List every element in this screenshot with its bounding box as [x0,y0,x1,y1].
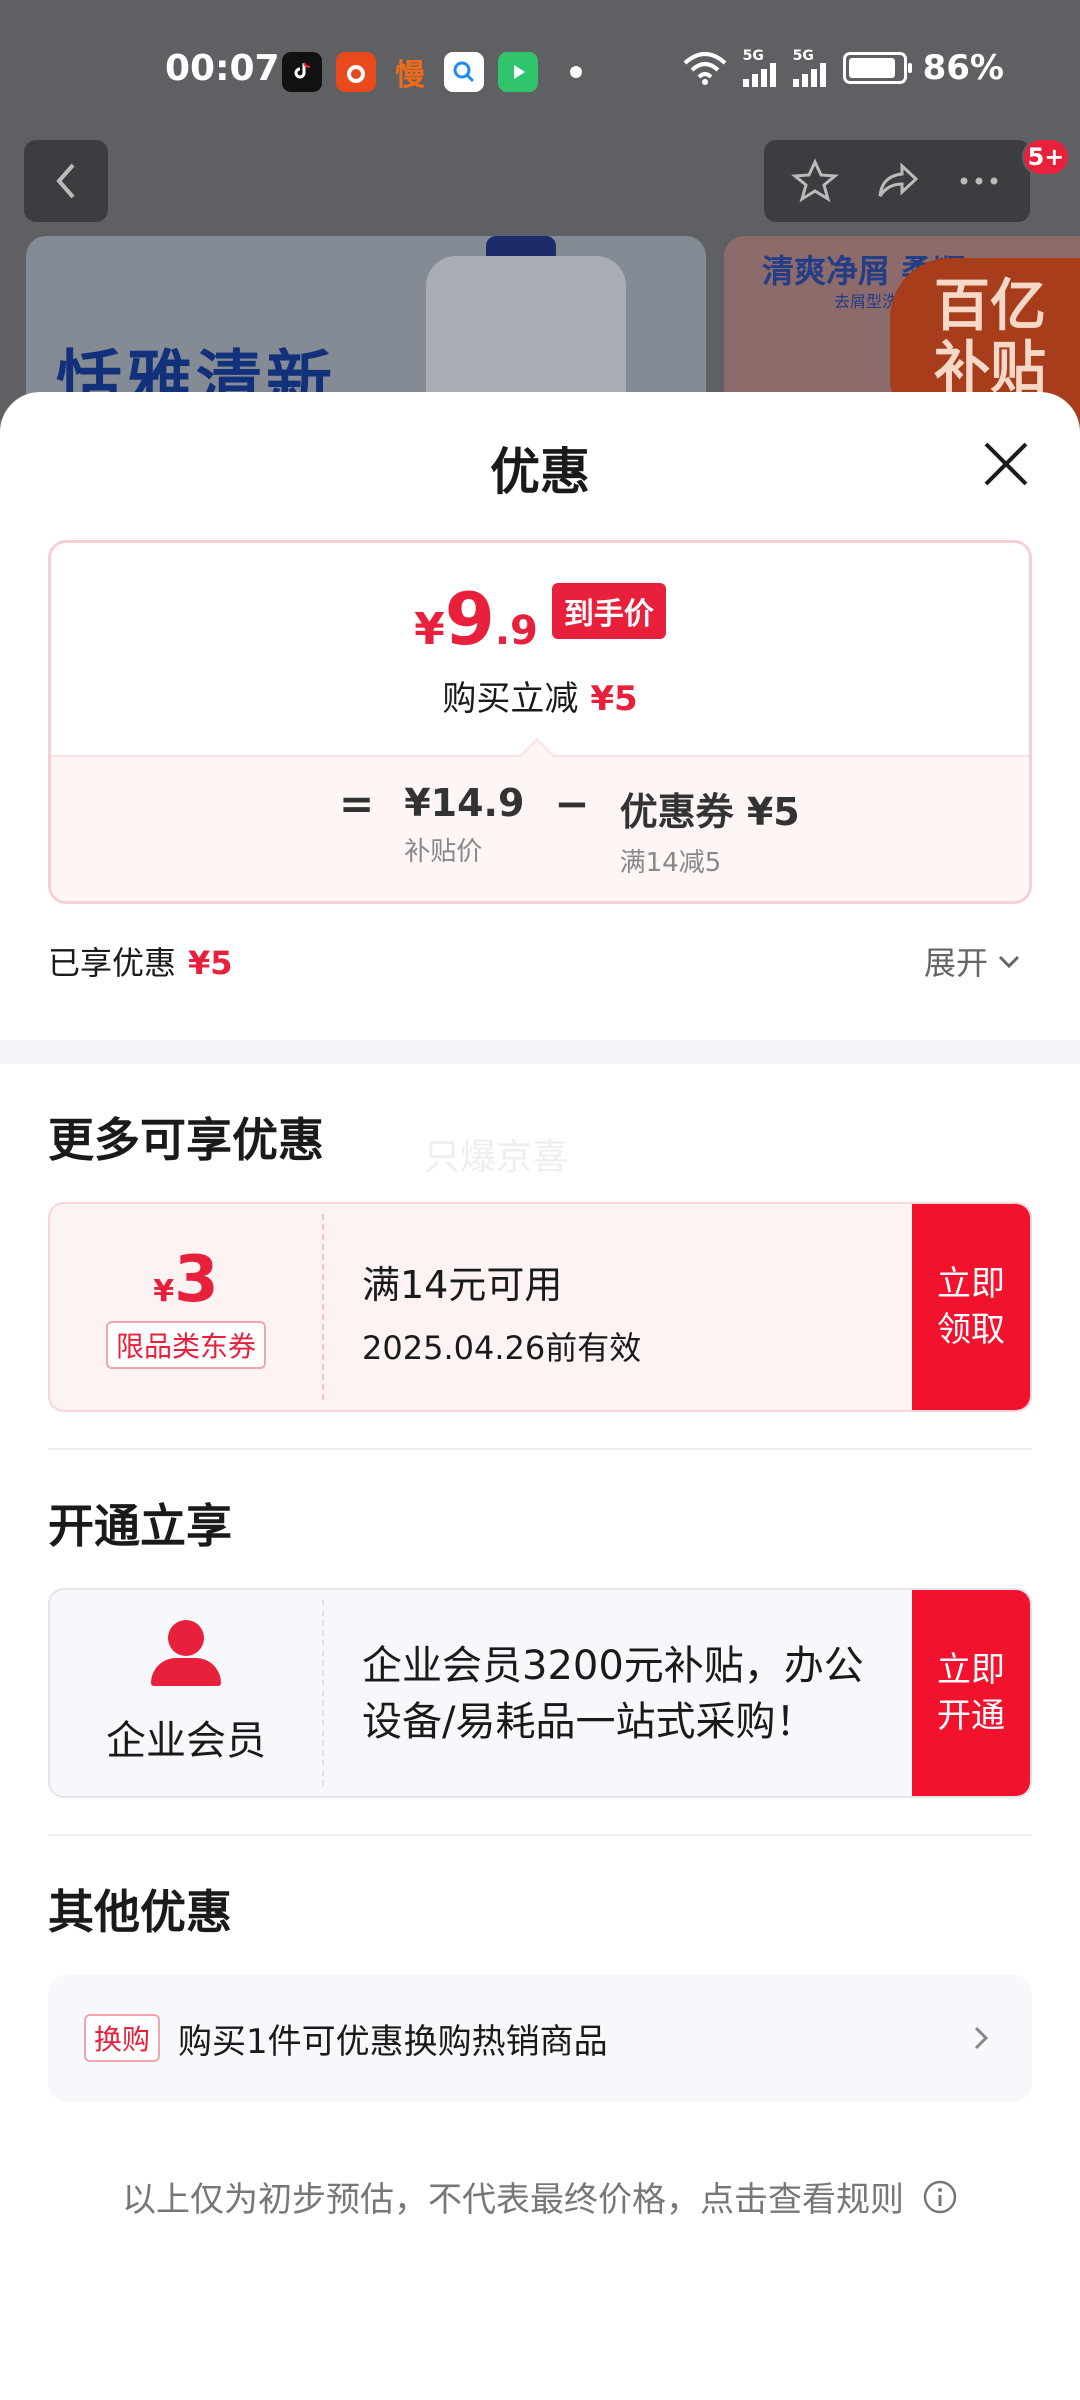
more-discounts-title: 更多可享优惠 [48,1113,324,1167]
coupon-number: 3 [174,1243,219,1317]
subsidy-price: ¥14.9 [404,781,525,825]
section-divider [0,1040,1080,1064]
status-app-icons: 慢 [282,52,582,93]
status-time: 00:07 [165,48,280,89]
subsidy-badge-line1: 百亿 [934,274,1046,339]
status-bar: 00:07 慢 5G 5G 86% [0,0,1080,140]
minus-sign: − [554,779,590,828]
member-label: 企业会员 [106,1718,266,1764]
subsidy-price-item: ¥14.9 补贴价 [404,781,524,868]
instant-discount: 购买立减 ¥5 [51,671,1029,720]
chevron-right-icon [974,2026,989,2050]
price-formula: = ¥14.9 补贴价 − 优惠券 ¥5 满14减5 [339,779,800,879]
signal-2-label: 5G [792,48,814,64]
notification-dot [570,66,582,78]
final-price-decimal: .9 [494,608,538,654]
enjoyed-discount: 已享优惠 ¥5 [48,938,233,984]
expand-button[interactable]: 展开 [924,938,1022,984]
discount-sheet: 优惠 ¥ 9 .9 到手价 购买立减 ¥5 = ¥14.9 补贴价 − 优惠券 … [0,392,1080,2400]
equals-sign: = [339,779,375,828]
signal-1-label: 5G [742,48,764,64]
info-icon [923,2180,957,2213]
signal-bars-icon [742,63,776,87]
expand-label: 展开 [924,944,989,982]
disclaimer[interactable]: 以上仅为初步预估，不代表最终价格，点击查看规则 [0,2172,1080,2221]
battery-icon [842,52,912,84]
back-button[interactable] [24,140,108,222]
slow-app-icon: 慢 [395,58,425,93]
activate-member-button[interactable]: 立即开通 [912,1590,1030,1796]
sheet-title: 优惠 [490,443,590,501]
coupon-value: 优惠券 ¥5 [619,790,800,834]
signal-2: 5G [792,48,827,87]
coupon-info: 满14元可用 2025.04.26前有效 [362,1254,900,1369]
chevron-down-icon [998,955,1020,969]
disclaimer-text: 以上仅为初步预估，不代表最终价格，点击查看规则 [122,2180,904,2220]
chevron-left-icon [56,163,75,199]
instant-discount-label: 购买立减 [442,679,579,719]
price-breakdown-card: ¥ 9 .9 到手价 购买立减 ¥5 = ¥14.9 补贴价 − 优惠券 ¥5 [48,540,1032,904]
claim-coupon-button[interactable]: 立即领取 [912,1204,1030,1410]
member-description: 企业会员3200元补贴，办公设备/易耗品一站式采购！ [362,1643,864,1745]
coupon-separator [322,1214,324,1400]
member-section-title: 开通立享 [48,1499,232,1553]
coupon-type-badge: 限品类东券 [105,1321,266,1369]
coupon-expiry: 2025.04.26前有效 [362,1329,642,1367]
member-separator [322,1600,324,1786]
shopping-app-icon [336,52,376,92]
other-discounts-title: 其他优惠 [48,1885,232,1939]
enjoyed-label: 已享优惠 [48,944,177,982]
trade-in-row[interactable]: 换购 购买1件可优惠换购热销商品 [48,1974,1032,2102]
price-formula-area: = ¥14.9 补贴价 − 优惠券 ¥5 满14减5 [51,755,1029,901]
enterprise-member-card: 企业会员 企业会员3200元补贴，办公设备/易耗品一站式采购！ 立即开通 [48,1588,1032,1798]
background-page: 00:07 慢 5G 5G 86% 5+ 恬雅清新 清爽净屑 柔顺 去屑型洗 百… [0,0,1080,438]
share-icon[interactable] [872,156,922,206]
coupon-item: 优惠券 ¥5 满14减5 [620,781,800,879]
final-price-tag: 到手价 [551,583,666,639]
banner-right-sub: 去屑型洗 [834,292,899,311]
final-price: ¥ 9 .9 [414,583,538,655]
coupon-amount: ¥ 3 [153,1245,218,1315]
final-price-row: ¥ 9 .9 到手价 [51,583,1029,655]
user-icon [151,1620,221,1686]
tiktok-app-icon [282,52,322,92]
trade-in-text: 购买1件可优惠换购热销商品 [178,2021,608,2062]
trade-in-tag: 换购 [84,2014,161,2062]
wifi-icon [683,52,726,85]
nav-actions [764,140,1030,222]
final-price-integer: 9 [444,577,495,661]
video-app-icon [498,52,538,92]
watermark-text: 只爆京喜 [424,1137,569,1178]
battery-percent: 86% [922,48,1004,88]
coupon-condition: 满14减5 [619,848,722,878]
signal-bars-icon [792,63,826,87]
search-app-icon [444,52,484,92]
enjoyed-value: ¥5 [188,944,233,982]
instant-discount-value: ¥5 [590,679,638,719]
coupon-yen: ¥ [153,1274,175,1309]
final-price-area: ¥ 9 .9 到手价 购买立减 ¥5 [51,543,1029,753]
message-badge: 5+ [1022,138,1070,176]
close-icon[interactable] [978,436,1034,492]
status-right: 5G 5G 86% [683,48,1004,88]
divider-line [48,1448,1032,1450]
divider-line [48,1834,1032,1836]
coupon-amount-area: ¥ 3 限品类东券 [50,1204,322,1410]
coupon-condition-text: 满14元可用 [362,1263,563,1307]
member-icon-area: 企业会员 [50,1590,322,1796]
subsidy-badge-line2: 补贴 [934,336,1046,401]
star-icon[interactable] [790,156,840,206]
signal-1: 5G [742,48,777,87]
store-coupon-card: ¥ 3 限品类东券 满14元可用 2025.04.26前有效 立即领取 [48,1202,1032,1412]
subsidy-price-label: 补贴价 [404,837,483,867]
final-price-yen: ¥ [414,604,445,655]
more-icon[interactable] [954,156,1004,206]
